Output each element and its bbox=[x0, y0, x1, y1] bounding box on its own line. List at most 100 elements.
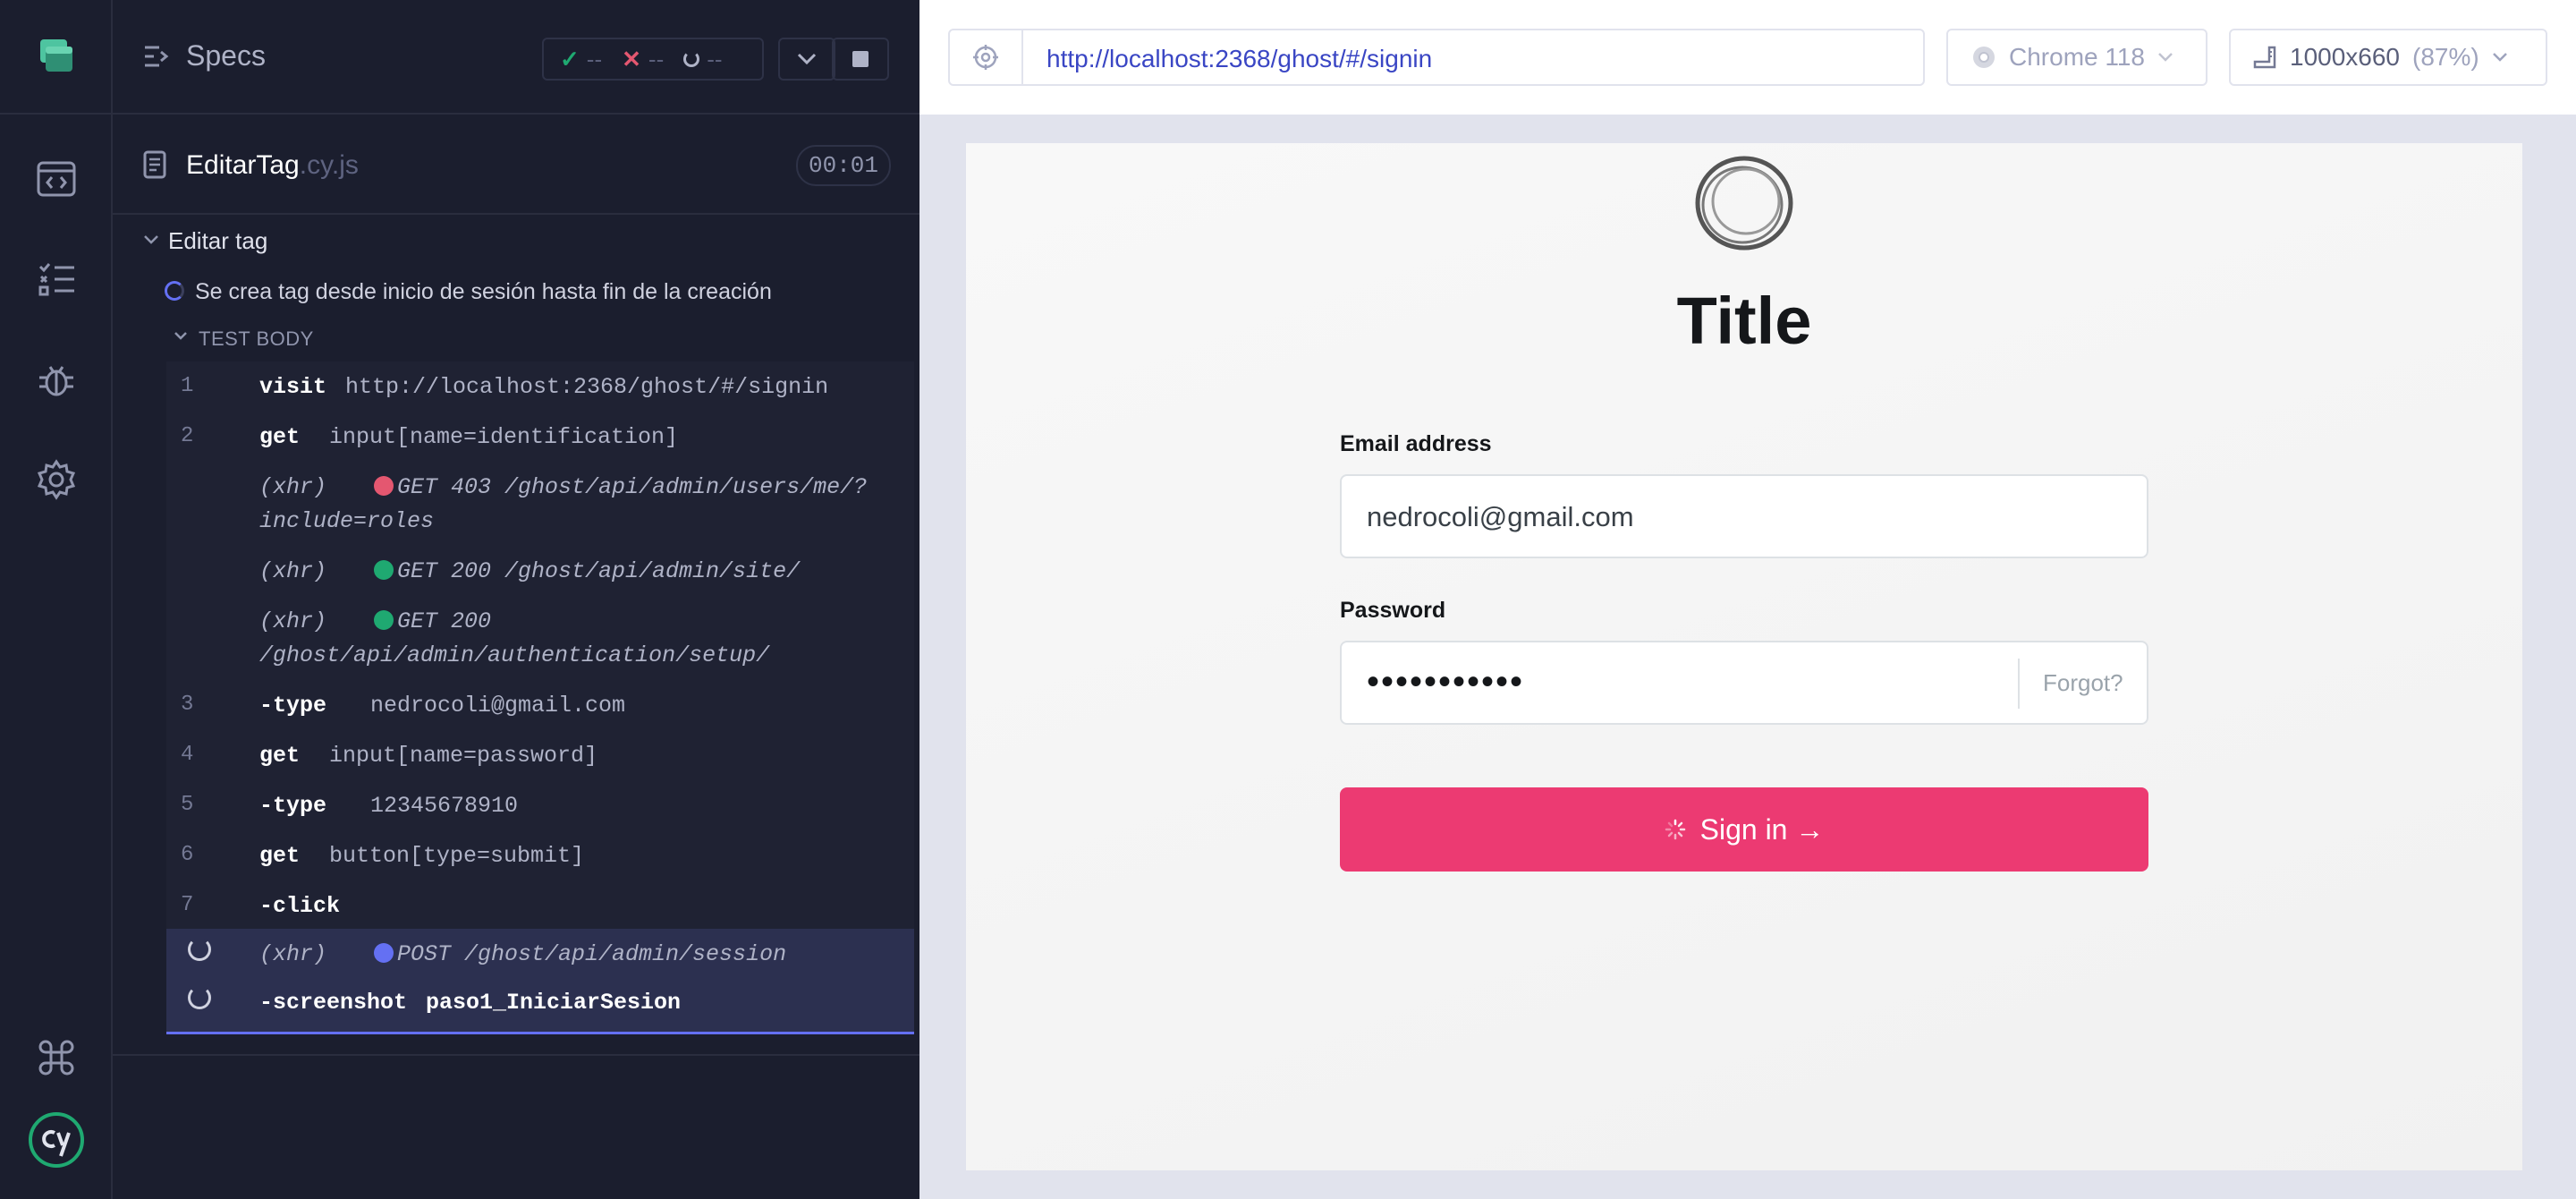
app-window-icon[interactable] bbox=[35, 36, 78, 79]
xhr-request-cont: include=roles bbox=[259, 508, 435, 534]
password-value: ••••••••••• bbox=[1367, 662, 1525, 702]
pending-stat: -- bbox=[683, 45, 723, 73]
command-number: 7 bbox=[181, 893, 194, 917]
reporter-divider bbox=[113, 1054, 919, 1056]
loading-spinner-icon bbox=[188, 938, 211, 961]
specs-label[interactable]: Specs bbox=[186, 39, 266, 72]
xhr-request: POST /ghost/api/admin/session bbox=[397, 941, 787, 967]
chevron-down-icon bbox=[2492, 53, 2507, 62]
passed-count: -- bbox=[586, 45, 603, 72]
command-name: -screenshot bbox=[259, 990, 408, 1016]
status-dot-icon bbox=[374, 610, 394, 630]
expand-toggle-button[interactable] bbox=[778, 38, 835, 81]
email-value: nedrocoli@gmail.com bbox=[1367, 501, 1634, 532]
crosshair-icon bbox=[973, 45, 998, 70]
failed-count: -- bbox=[648, 45, 665, 72]
xhr-request: GET 403 /ghost/api/admin/users/me/? bbox=[397, 474, 868, 500]
password-field[interactable]: ••••••••••• Forgot? bbox=[1340, 641, 2148, 725]
reporter-header: Specs ✓ -- ✕ -- -- bbox=[113, 0, 919, 115]
command-number: 5 bbox=[181, 793, 194, 817]
site-title: Title bbox=[1676, 284, 1812, 358]
running-spinner-icon bbox=[165, 281, 184, 301]
keyboard-shortcuts-icon[interactable] bbox=[35, 1036, 78, 1079]
command-number: 6 bbox=[181, 843, 194, 867]
specs-nav-icon[interactable] bbox=[35, 157, 78, 200]
xhr-request: GET 200 bbox=[397, 608, 492, 634]
command-number: 2 bbox=[181, 424, 194, 448]
command-message: paso1_IniciarSesion bbox=[426, 990, 682, 1016]
loading-spinner-icon bbox=[188, 986, 211, 1009]
forgot-password-link[interactable]: Forgot? bbox=[2043, 669, 2123, 697]
test-stats: ✓ -- ✕ -- -- bbox=[542, 38, 764, 81]
chevron-down-icon bbox=[797, 53, 817, 65]
document-icon bbox=[143, 150, 166, 179]
viewport-zoom: (87%) bbox=[2412, 43, 2479, 71]
ghost-logo-icon bbox=[1695, 156, 1793, 251]
suite-title[interactable]: Editar tag bbox=[168, 227, 267, 255]
command-name: -click bbox=[259, 893, 341, 919]
failed-stat: ✕ -- bbox=[622, 46, 664, 73]
stop-square-icon bbox=[852, 51, 869, 67]
xhr-request-cont: /ghost/api/admin/authentication/setup/ bbox=[259, 642, 770, 668]
xhr-label: (xhr) bbox=[259, 941, 327, 967]
url-text[interactable]: http://localhost:2368/ghost/#/signin bbox=[1046, 45, 1432, 73]
ruler-icon bbox=[2253, 46, 2276, 69]
test-body-label[interactable]: TEST BODY bbox=[199, 327, 314, 351]
aut-frame: Title Email address nedrocoli@gmail.com … bbox=[966, 143, 2522, 1170]
command-message: input[name=password] bbox=[329, 743, 598, 769]
chevron-down-icon[interactable] bbox=[143, 234, 159, 245]
spec-file-ext: .cy.js bbox=[299, 150, 359, 180]
spec-file-row[interactable]: EditarTag.cy.js 00:01 bbox=[113, 115, 919, 215]
x-icon: ✕ bbox=[622, 45, 641, 72]
spec-file-basename: EditarTag bbox=[186, 150, 300, 180]
passed-stat: ✓ -- bbox=[560, 46, 602, 73]
email-field[interactable]: nedrocoli@gmail.com bbox=[1340, 474, 2148, 558]
chrome-icon bbox=[1973, 47, 1995, 68]
command-name: get bbox=[259, 743, 301, 769]
status-dot-icon bbox=[374, 560, 394, 580]
command-name: -type bbox=[259, 793, 327, 819]
password-label: Password bbox=[1340, 598, 1446, 623]
browser-selector[interactable]: Chrome 118 bbox=[1946, 29, 2207, 86]
status-dot-icon bbox=[374, 943, 394, 963]
command-number: 4 bbox=[181, 743, 194, 767]
xhr-label: (xhr) bbox=[259, 608, 327, 634]
command-message: 12345678910 bbox=[370, 793, 519, 819]
cypress-logo-icon[interactable] bbox=[28, 1111, 85, 1169]
url-bar[interactable]: http://localhost:2368/ghost/#/signin bbox=[948, 29, 1925, 86]
aut-topbar: http://localhost:2368/ghost/#/signin Chr… bbox=[919, 0, 2576, 115]
divider bbox=[2018, 659, 2020, 709]
pending-count: -- bbox=[707, 45, 723, 72]
xhr-label: (xhr) bbox=[259, 558, 327, 584]
browser-name: Chrome 118 bbox=[2009, 43, 2146, 71]
command-message: http://localhost:2368/ghost/#/signin bbox=[345, 374, 829, 400]
selector-playground-button[interactable] bbox=[950, 30, 1023, 84]
stop-button[interactable] bbox=[832, 38, 889, 81]
spec-duration: 00:01 bbox=[795, 145, 891, 186]
chevron-down-icon bbox=[2158, 53, 2173, 62]
xhr-label: (xhr) bbox=[259, 474, 327, 500]
sign-in-button[interactable]: Sign in → bbox=[1340, 787, 2148, 872]
pending-commands: (xhr) POST /ghost/api/admin/session -scr… bbox=[166, 929, 914, 1034]
command-number: 1 bbox=[181, 374, 194, 398]
chevron-down-icon[interactable] bbox=[174, 331, 188, 341]
spec-file-name: EditarTag.cy.js bbox=[186, 150, 359, 181]
pending-circle-icon bbox=[683, 51, 700, 67]
status-dot-icon bbox=[374, 476, 394, 496]
command-name: -type bbox=[259, 693, 327, 719]
settings-gear-icon[interactable] bbox=[35, 458, 78, 501]
debug-bug-icon[interactable] bbox=[35, 358, 78, 401]
email-label: Email address bbox=[1340, 431, 1492, 456]
viewport-size: 1000x660 bbox=[2290, 43, 2401, 71]
viewport-selector[interactable]: 1000x660 (87%) bbox=[2229, 29, 2547, 86]
xhr-request: GET 200 /ghost/api/admin/site/ bbox=[397, 558, 801, 584]
runs-nav-icon[interactable] bbox=[35, 258, 78, 301]
command-number: 3 bbox=[181, 693, 194, 717]
command-name: get bbox=[259, 424, 301, 450]
command-message: nedrocoli@gmail.com bbox=[370, 693, 626, 719]
specs-list-icon[interactable] bbox=[143, 45, 170, 72]
app-logo-area bbox=[0, 0, 113, 115]
test-title[interactable]: Se crea tag desde inicio de sesión hasta… bbox=[195, 279, 772, 305]
command-name: get bbox=[259, 843, 301, 869]
command-message: input[name=identification] bbox=[329, 424, 679, 450]
